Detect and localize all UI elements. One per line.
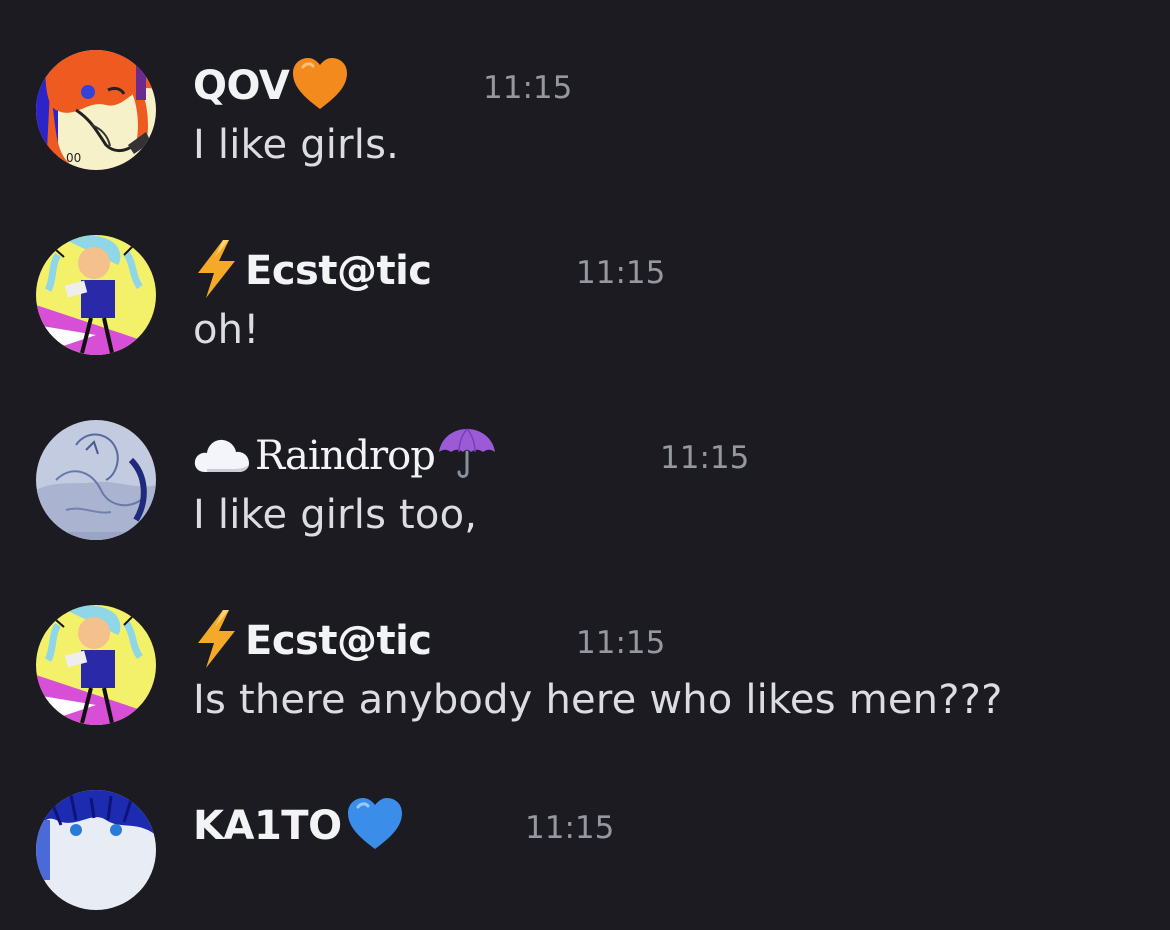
message-text: oh! <box>193 307 260 353</box>
message-item[interactable]: 00 QOV 11:15 I like girls. <box>0 50 1170 190</box>
avatar[interactable] <box>36 605 156 725</box>
message-text: I like girls. <box>193 122 400 168</box>
umbrella-icon <box>437 426 497 486</box>
pale-blue-sketch-avatar <box>36 420 156 540</box>
orange-haired-anime-avatar: 00 <box>36 50 156 170</box>
cloud-icon <box>193 434 251 478</box>
lightning-icon <box>193 239 239 303</box>
username[interactable]: KA1TO <box>193 803 342 849</box>
message-text: I like girls too, <box>193 492 478 538</box>
yellow-cartoon-avatar <box>36 235 156 355</box>
message-item[interactable]: Raindrop 11:15 I like girls too, <box>0 420 1170 560</box>
message-header: Raindrop <box>193 426 497 486</box>
avatar[interactable] <box>36 235 156 355</box>
avatar[interactable] <box>36 420 156 540</box>
chat-message-list[interactable]: 00 QOV 11:15 I like girls. Ecst@tic 11:1… <box>0 0 1170 910</box>
yellow-cartoon-avatar <box>36 605 156 725</box>
username[interactable]: Ecst@tic <box>245 618 432 664</box>
message-header: KA1TO <box>193 796 404 856</box>
message-item[interactable]: Ecst@tic 11:15 Is there anybody here who… <box>0 605 1170 745</box>
message-text: Is there anybody here who likes men??? <box>193 677 1003 723</box>
message-header: Ecst@tic <box>193 239 432 303</box>
username[interactable]: QOV <box>193 63 290 109</box>
blue-heart-icon <box>346 797 404 855</box>
svg-text:00: 00 <box>66 151 81 165</box>
avatar[interactable] <box>36 790 156 910</box>
message-header: Ecst@tic <box>193 609 432 673</box>
orange-heart-icon <box>291 57 349 115</box>
message-item[interactable]: Ecst@tic 11:15 oh! <box>0 235 1170 375</box>
username[interactable]: Ecst@tic <box>245 248 432 294</box>
timestamp[interactable]: 11:15 <box>660 440 749 476</box>
message-item[interactable]: KA1TO 11:15 <box>0 790 1170 930</box>
username[interactable]: Raindrop <box>255 433 436 479</box>
timestamp[interactable]: 11:15 <box>525 810 614 846</box>
timestamp[interactable]: 11:15 <box>576 255 665 291</box>
avatar[interactable]: 00 <box>36 50 156 170</box>
timestamp[interactable]: 11:15 <box>483 70 572 106</box>
blue-haired-anime-avatar <box>36 790 156 910</box>
timestamp[interactable]: 11:15 <box>576 625 665 661</box>
lightning-icon <box>193 609 239 673</box>
message-header: QOV <box>193 56 349 116</box>
